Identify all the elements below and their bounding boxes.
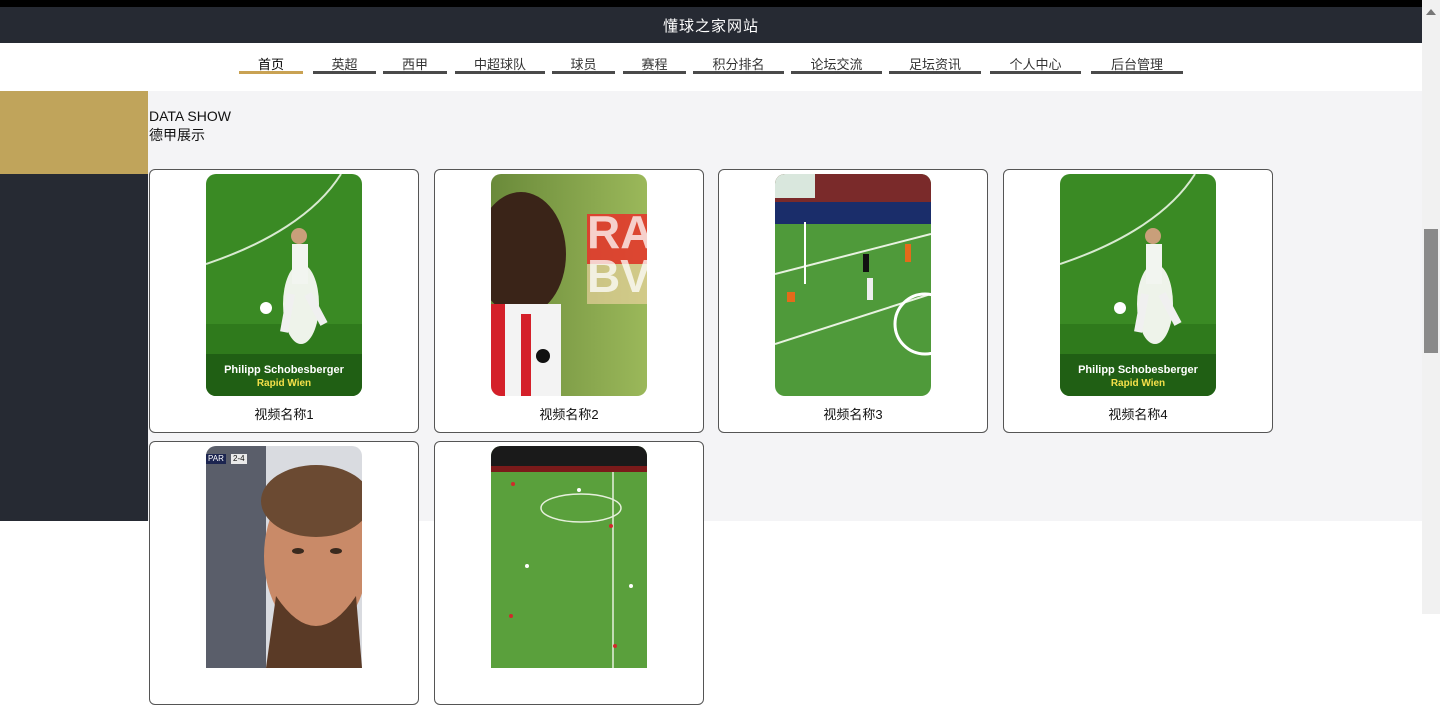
section-title: DATA SHOW 德甲展示 (149, 107, 231, 145)
nav-underline (693, 71, 784, 74)
section-title-en: DATA SHOW (149, 108, 231, 124)
overlay-team-name: Rapid Wien (1110, 378, 1166, 389)
nav-item-premier-league[interactable]: 英超 (313, 57, 376, 77)
nav-item-admin[interactable]: 后台管理 (1091, 57, 1183, 77)
nav-label: 英超 (331, 57, 358, 72)
overlay-player-name: Philipp Schobesberger (224, 364, 344, 376)
sidebar-accent (0, 91, 148, 174)
section-title-cn: 德甲展示 (149, 127, 205, 143)
nav-label: 球员 (570, 57, 597, 72)
nav-label: 论坛交流 (810, 57, 863, 72)
window-top-edge (0, 0, 1422, 7)
nav-label: 西甲 (401, 57, 428, 72)
video-card[interactable]: Philipp Schobesberger Rapid Wien 视频名称4 (1003, 169, 1273, 433)
video-thumbnail[interactable]: RA BV (491, 174, 647, 396)
overlay-team-name: Rapid Wien (256, 378, 312, 389)
sidebar-dark-panel (0, 174, 148, 521)
video-caption[interactable]: 视频名称1 (150, 404, 418, 423)
nav-underline (791, 71, 882, 74)
video-card[interactable]: RA BV 视频名称2 (434, 169, 704, 433)
site-header: 懂球之家网站 (0, 7, 1422, 43)
video-caption[interactable]: 视频名称2 (435, 404, 703, 423)
video-thumbnail[interactable]: Philipp Schobesberger Rapid Wien (206, 174, 362, 396)
nav-item-schedule[interactable]: 赛程 (623, 57, 686, 77)
nav-underline (889, 71, 981, 74)
nav-underline (383, 71, 447, 74)
video-card[interactable]: PAR 2-4 (149, 441, 419, 705)
nav-underline (552, 71, 615, 74)
nav-underline (239, 71, 303, 74)
nav-item-profile[interactable]: 个人中心 (990, 57, 1081, 77)
nav-underline (990, 71, 1081, 74)
nav-label: 中超球队 (473, 57, 526, 72)
video-thumbnail[interactable]: PAR 2-4 (206, 446, 362, 668)
video-caption[interactable]: 视频名称4 (1004, 404, 1272, 423)
nav-item-players[interactable]: 球员 (552, 57, 615, 77)
video-caption[interactable]: 视频名称3 (719, 404, 987, 423)
video-thumbnail[interactable] (775, 174, 931, 396)
scoreboard-team: PAR (206, 454, 226, 464)
nav-label: 足坛资讯 (908, 57, 961, 72)
nav-item-csl-teams[interactable]: 中超球队 (455, 57, 545, 77)
nav-underline (1091, 71, 1183, 74)
video-thumbnail[interactable] (491, 446, 647, 668)
nav-item-home[interactable]: 首页 (239, 57, 303, 77)
site-title: 懂球之家网站 (662, 17, 759, 35)
video-thumbnail[interactable]: Philipp Schobesberger Rapid Wien (1060, 174, 1216, 396)
nav-underline (313, 71, 376, 74)
video-card[interactable]: 视频名称3 (718, 169, 988, 433)
nav-item-la-liga[interactable]: 西甲 (383, 57, 447, 77)
nav-label: 首页 (257, 57, 284, 72)
main-nav: 首页 英超 西甲 中超球队 球员 赛程 积分排名 论坛交流 足坛资讯 个人中心 … (0, 43, 1422, 91)
video-card[interactable]: Philipp Schobesberger Rapid Wien 视频名称1 (149, 169, 419, 433)
nav-underline (455, 71, 545, 74)
overlay-player-name: Philipp Schobesberger (1078, 364, 1198, 376)
scroll-up-arrow-icon[interactable] (1426, 9, 1436, 15)
nav-item-forum[interactable]: 论坛交流 (791, 57, 882, 77)
scrollbar-thumb[interactable] (1424, 229, 1438, 353)
nav-label: 个人中心 (1009, 57, 1062, 72)
nav-underline (623, 71, 686, 74)
nav-label: 赛程 (641, 57, 668, 72)
nav-label: 后台管理 (1110, 57, 1163, 72)
nav-label: 积分排名 (712, 57, 765, 72)
overlay-graphic-text: RA BV (587, 206, 647, 302)
nav-item-news[interactable]: 足坛资讯 (889, 57, 981, 77)
scoreboard-score: 2-4 (231, 454, 247, 464)
nav-item-standings[interactable]: 积分排名 (693, 57, 784, 77)
video-card[interactable] (434, 441, 704, 705)
page-scrollbar[interactable] (1422, 0, 1440, 614)
